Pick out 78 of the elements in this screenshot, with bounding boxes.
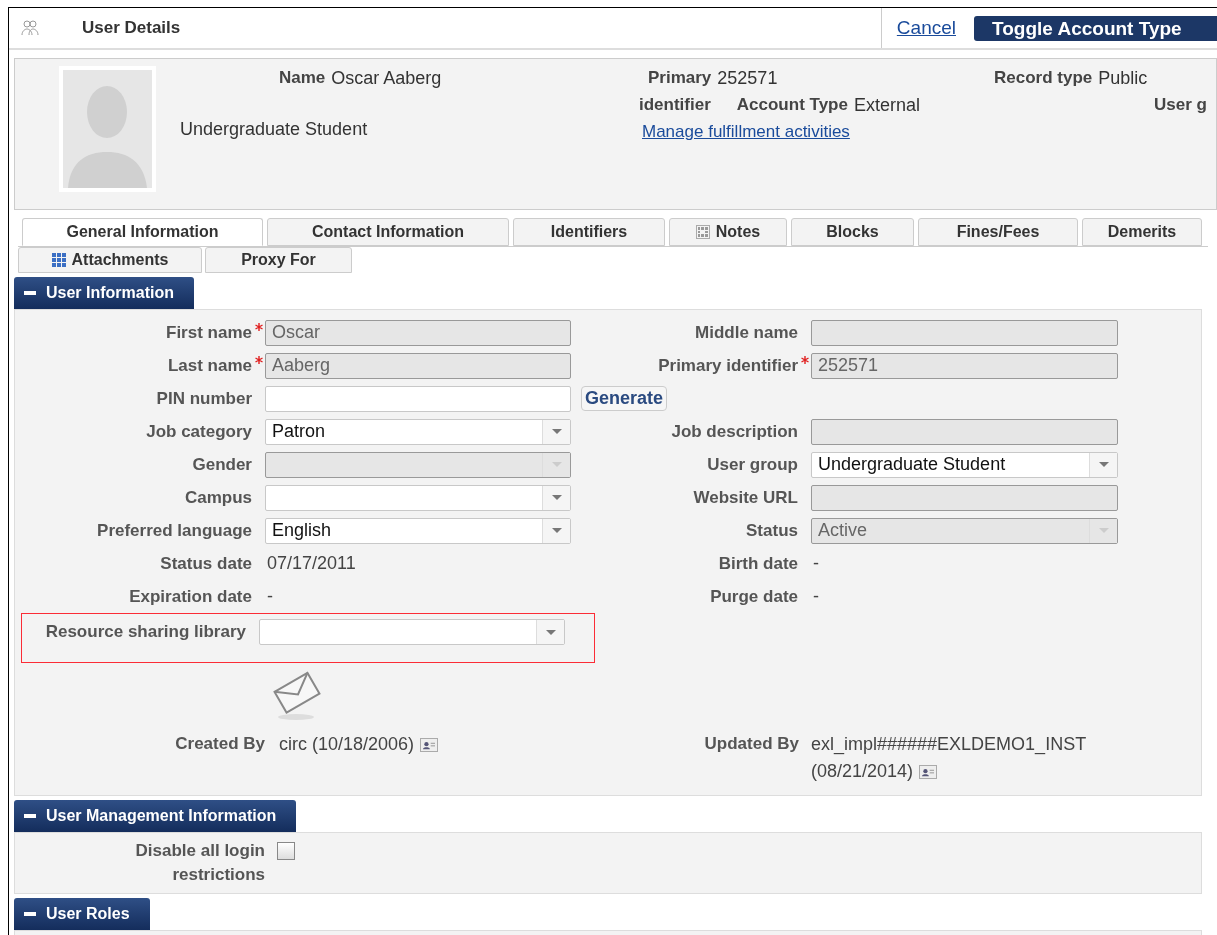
minus-icon — [24, 291, 36, 295]
input-field[interactable] — [265, 385, 571, 412]
field-label: Job category — [146, 420, 252, 443]
dotted-square-icon — [695, 225, 710, 239]
field-label: Resource sharing library — [45, 621, 246, 643]
field-label: Birth date — [718, 552, 798, 575]
field-value: circ (10/18/2006) — [279, 733, 415, 756]
field-label: Campus — [184, 486, 252, 509]
section-header-button[interactable]: User Information — [14, 277, 194, 309]
field-value: Oscar Aaberg — [331, 67, 442, 90]
minus-icon — [24, 814, 36, 818]
field-label: User g — [1154, 94, 1207, 116]
field-value: - — [812, 585, 819, 608]
section-header-button[interactable]: User Roles — [14, 898, 150, 930]
tab[interactable]: Demerits — [1082, 218, 1202, 246]
field-label: Gender — [192, 453, 252, 476]
field-label: User group — [707, 453, 798, 476]
field-label: Website URL — [693, 486, 798, 509]
toggle-account-type-button[interactable]: Toggle Account Type — [974, 15, 1217, 41]
field-value: (08/21/2014) — [811, 760, 914, 783]
contact-card-icon — [919, 764, 938, 779]
field-value: Public — [1098, 67, 1148, 90]
generate-button[interactable]: Generate — [581, 386, 668, 411]
field-label: Disable all login restrictions — [134, 840, 265, 886]
dropdown-field[interactable]: Patron — [265, 418, 571, 445]
tab[interactable]: Attachments — [18, 247, 202, 273]
field-label: First name — [166, 321, 252, 344]
dropdown-arrow-icon — [1098, 528, 1109, 533]
field-label: Primary identifier — [658, 354, 798, 377]
contact-card-icon — [420, 737, 439, 752]
dropdown-arrow-icon — [551, 462, 562, 467]
dropdown-arrow-icon — [551, 528, 562, 533]
tab[interactable]: Contact Information — [267, 218, 509, 246]
field-label: Record type — [994, 67, 1093, 89]
dropdown-field[interactable]: English — [265, 517, 571, 544]
tab[interactable]: General Information — [22, 218, 263, 246]
dropdown-field[interactable] — [265, 484, 571, 511]
tab[interactable]: Blocks — [791, 218, 914, 246]
tab[interactable]: Fines/Fees — [918, 218, 1078, 246]
field-label: Updated By — [704, 733, 799, 755]
minus-icon — [24, 912, 36, 916]
tab[interactable]: Proxy For — [205, 247, 352, 273]
field-label: Expiration date — [129, 585, 252, 608]
field-label: identifier — [639, 94, 711, 116]
manage-fulfillment-link[interactable]: Manage fulfillment activities — [642, 119, 850, 145]
field-label: Middle name — [695, 321, 798, 344]
cancel-link[interactable]: Cancel — [896, 13, 956, 43]
dropdown-field[interactable]: Undergraduate Student — [811, 451, 1118, 478]
field-label: Job description — [671, 420, 798, 443]
field-label: Status — [746, 519, 798, 542]
tab[interactable]: Identifiers — [513, 218, 665, 246]
field-value: - — [266, 585, 273, 608]
field-label: Name — [279, 67, 326, 89]
field-value: - — [812, 552, 819, 575]
field-value: exl_impl######EXLDEMO1_INST — [811, 733, 1087, 757]
field-label: Last name — [167, 354, 252, 377]
field-label: Status date — [160, 552, 252, 575]
tab[interactable]: Notes — [669, 218, 787, 246]
dropdown-arrow-icon — [545, 629, 556, 635]
dropdown-arrow-icon — [551, 429, 562, 434]
field-label: Account Type — [736, 94, 848, 116]
dropdown-arrow-icon — [551, 495, 562, 500]
field-label: Created By — [175, 733, 265, 755]
grid-icon — [51, 253, 66, 267]
field-label: Preferred language — [97, 519, 252, 542]
user-group-text: Undergraduate Student — [180, 118, 368, 141]
page-title: User Details — [82, 17, 181, 40]
dropdown-field[interactable] — [259, 619, 565, 645]
field-label: PIN number — [156, 387, 252, 410]
field-value: 07/17/2011 — [266, 552, 356, 575]
checkbox[interactable] — [277, 842, 295, 860]
field-value: External — [853, 94, 920, 117]
field-label: Primary — [648, 67, 712, 89]
field-value: 252571 — [717, 67, 778, 90]
field-label: Purge date — [710, 585, 798, 608]
section-header-button[interactable]: User Management Information — [14, 800, 297, 832]
dropdown-arrow-icon — [1098, 462, 1109, 467]
people-icon — [20, 18, 40, 38]
